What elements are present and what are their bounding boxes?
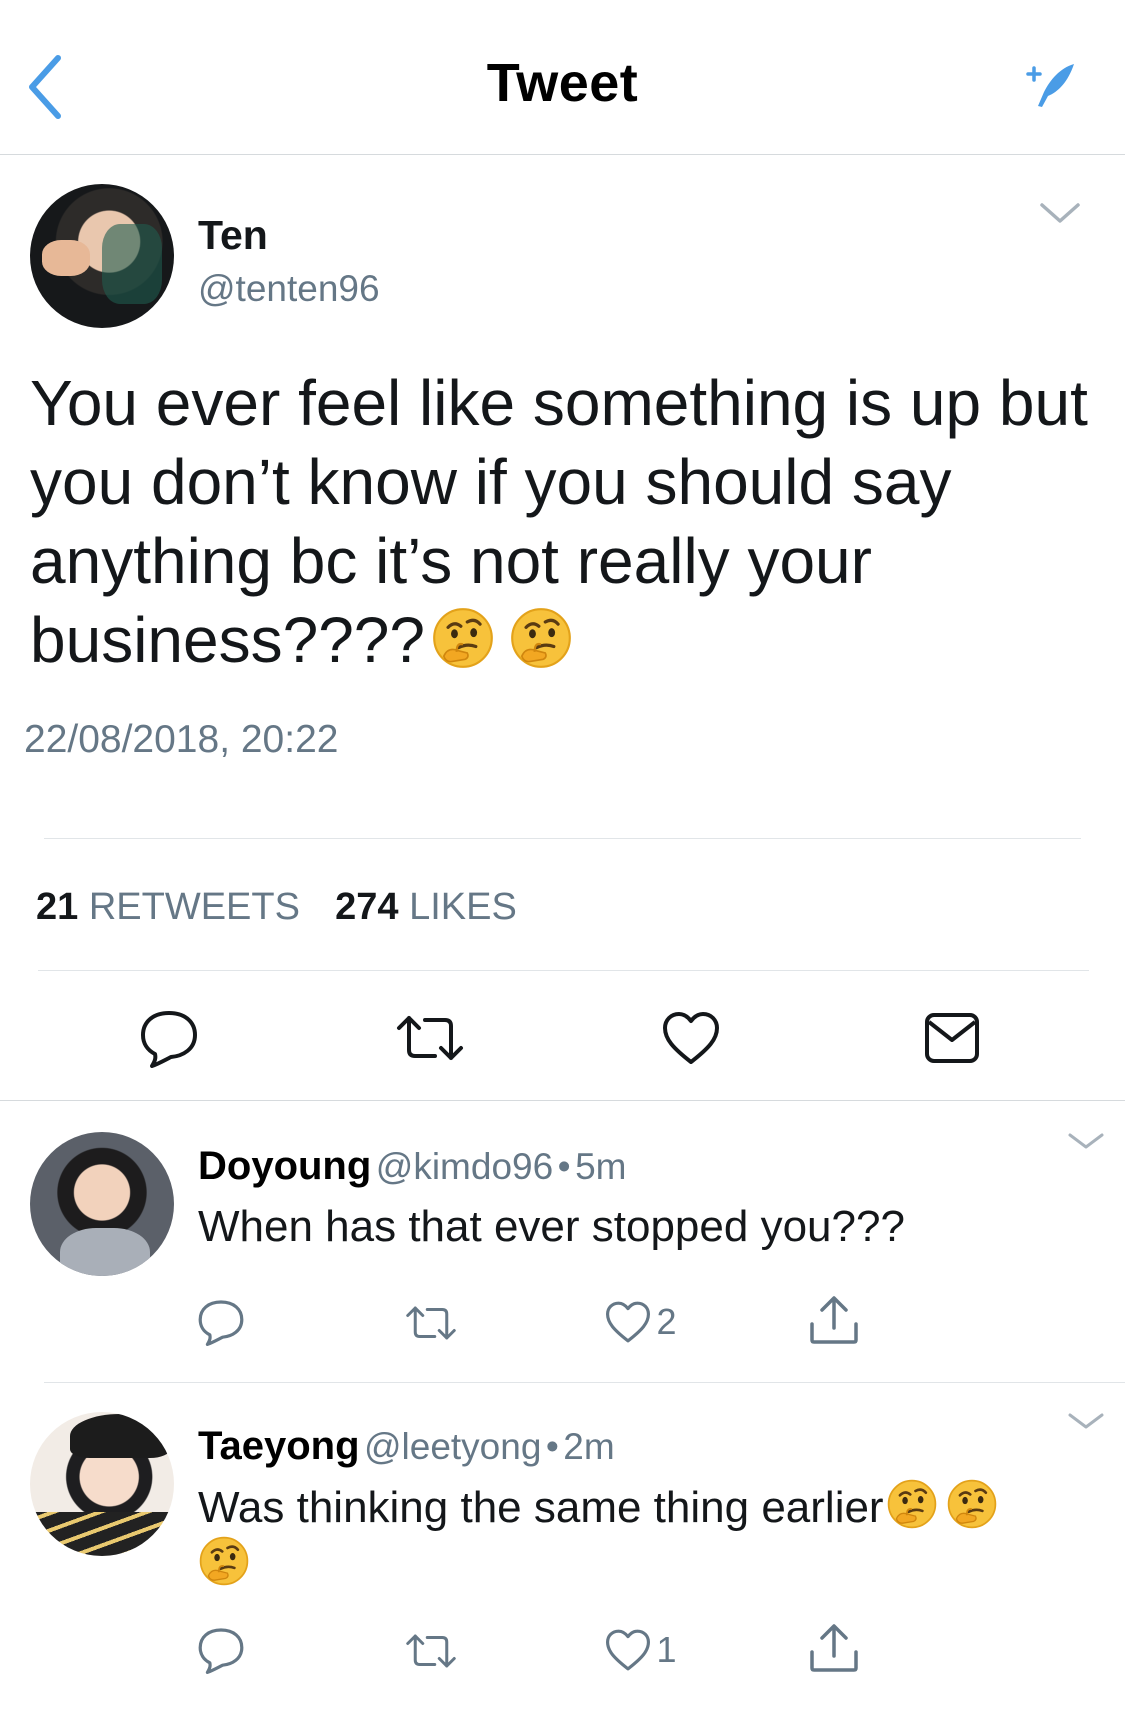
reply-options-button[interactable] (1066, 1130, 1110, 1156)
tweet-stats: 21 RETWEETS 274 LIKES (36, 886, 517, 929)
dot-separator: • (557, 1146, 571, 1187)
compose-button[interactable] (1024, 60, 1080, 112)
reply-button[interactable] (138, 1008, 200, 1073)
reply-text: When has that ever stopped you??? (198, 1202, 905, 1251)
reply-like-button[interactable]: 1 (604, 1628, 676, 1672)
reply-author-handle[interactable]: @kimdo96 (376, 1146, 553, 1187)
retweet-icon (406, 1634, 456, 1668)
divider (44, 838, 1081, 839)
like-button[interactable] (661, 1010, 721, 1071)
retweet-icon (397, 1016, 463, 1060)
like-count: 2 (656, 1301, 677, 1342)
heart-icon (606, 1629, 650, 1671)
reply-icon (198, 1628, 244, 1674)
reply-share-button[interactable] (808, 1294, 860, 1351)
retweets-count[interactable]: 21 (36, 886, 78, 928)
divider (44, 1382, 1125, 1383)
thinking-face-emoji-icon (431, 606, 495, 670)
tweet-timestamp: 22/08/2018, 20:22 (24, 718, 339, 761)
reply-author-name[interactable]: Doyoung (198, 1144, 371, 1188)
thinking-face-emoji-icon (509, 606, 573, 670)
author-handle[interactable]: @tenten96 (198, 268, 380, 310)
chevron-down-icon (1068, 1413, 1104, 1429)
thinking-face-emoji-icon (886, 1478, 938, 1530)
compose-feather-icon (1026, 64, 1074, 107)
tweet-options-button[interactable] (1038, 200, 1082, 226)
tweet-body: You ever feel like something is up but y… (30, 364, 1090, 680)
reply-avatar[interactable] (30, 1132, 174, 1276)
dot-separator: • (545, 1426, 559, 1467)
reply-reply-button[interactable] (196, 1626, 246, 1679)
thinking-face-emoji-icon (198, 1535, 250, 1587)
reply-retweet-button[interactable] (404, 1630, 458, 1677)
chevron-down-icon (1040, 203, 1080, 223)
reply-icon (198, 1300, 244, 1346)
heart-icon (663, 1012, 719, 1064)
chevron-down-icon (1068, 1133, 1104, 1149)
reply-time: 5m (575, 1146, 627, 1187)
likes-count[interactable]: 274 (335, 886, 398, 928)
reply-author-name[interactable]: Taeyong (198, 1424, 360, 1468)
retweet-button[interactable] (395, 1010, 465, 1071)
reply-retweet-button[interactable] (404, 1302, 458, 1349)
reply-avatar[interactable] (30, 1412, 174, 1556)
reply-options-button[interactable] (1066, 1410, 1110, 1436)
reply-text: Was thinking the same thing earlier (198, 1483, 884, 1532)
author-avatar[interactable] (30, 184, 174, 328)
reply-reply-button[interactable] (196, 1298, 246, 1351)
thinking-face-emoji-icon (946, 1478, 998, 1530)
reply-share-button[interactable] (808, 1622, 860, 1679)
direct-message-button[interactable] (924, 1012, 980, 1069)
heart-icon (606, 1301, 650, 1343)
divider (0, 1100, 1125, 1101)
reply-author-handle[interactable]: @leetyong (364, 1426, 541, 1467)
reply-icon (141, 1011, 197, 1068)
share-icon (810, 1624, 858, 1672)
author-name[interactable]: Ten (198, 212, 268, 259)
reply-header: Doyoung @kimdo96 • 5m (198, 1144, 626, 1189)
reply-body: Was thinking the same thing earlier (198, 1478, 1078, 1592)
reply-like-button[interactable]: 2 (604, 1300, 676, 1344)
reply-header: Taeyong @leetyong • 2m (198, 1424, 615, 1469)
retweet-icon (406, 1306, 456, 1340)
mail-icon (925, 1013, 979, 1063)
retweets-label[interactable]: RETWEETS (89, 886, 300, 928)
share-icon (810, 1296, 858, 1344)
page-title: Tweet (486, 53, 639, 113)
reply-time: 2m (563, 1426, 615, 1467)
likes-label[interactable]: LIKES (409, 886, 517, 928)
like-count: 1 (656, 1629, 677, 1670)
divider (38, 970, 1089, 971)
